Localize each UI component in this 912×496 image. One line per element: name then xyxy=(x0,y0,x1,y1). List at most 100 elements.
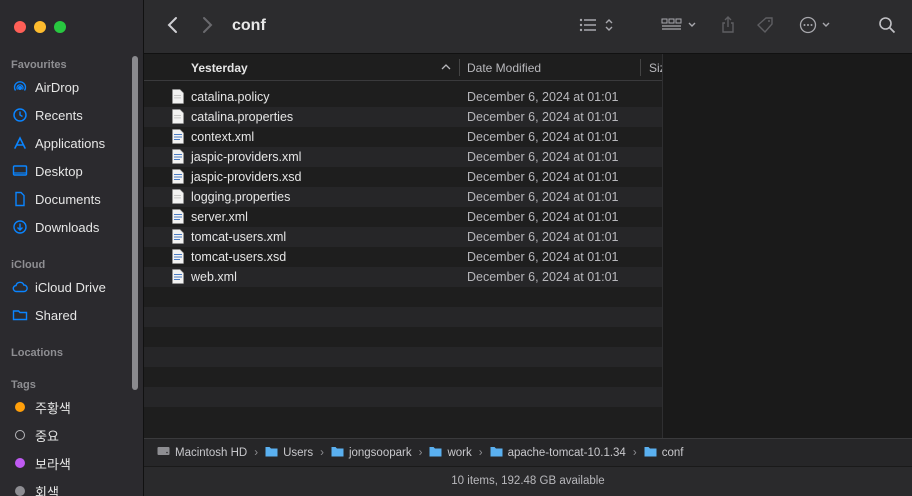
sidebar-item-label: AirDrop xyxy=(35,79,80,95)
tag-button[interactable] xyxy=(754,13,778,41)
column-divider[interactable] xyxy=(459,59,460,76)
column-name-header[interactable]: Yesterday xyxy=(191,61,248,75)
sidebar-item-downloads[interactable]: Downloads xyxy=(12,215,99,239)
path-separator-icon: › xyxy=(632,446,637,459)
file-row[interactable]: catalina.properties December 6, 2024 at 0… xyxy=(144,107,662,127)
file-row[interactable]: context.xml December 6, 2024 at 01:01 xyxy=(144,127,662,147)
path-item-conf[interactable]: conf xyxy=(644,446,683,460)
file-date: December 6, 2024 at 01:01 xyxy=(467,270,619,284)
xml-file-icon xyxy=(172,269,184,284)
path-item-home[interactable]: jongsoopark xyxy=(331,446,412,460)
sidebar-item-applications[interactable]: Applications xyxy=(12,131,105,155)
file-row[interactable]: catalina.policy December 6, 2024 at 01:01 xyxy=(144,87,662,107)
file-name: catalina.properties xyxy=(191,110,294,124)
tag-color-dot xyxy=(12,483,28,496)
text-file-icon xyxy=(172,89,184,104)
sidebar-tag-gray[interactable]: 회색 xyxy=(12,479,59,496)
empty-row xyxy=(144,407,662,426)
file-row[interactable]: web.xml December 6, 2024 at 01:01 xyxy=(144,267,662,287)
search-icon xyxy=(878,16,896,39)
file-name: jaspic-providers.xml xyxy=(191,150,302,164)
file-row[interactable]: tomcat-users.xml December 6, 2024 at 01:0… xyxy=(144,227,662,247)
empty-row xyxy=(144,307,662,327)
tag-icon xyxy=(756,16,775,39)
sidebar-item-airdrop[interactable]: AirDrop xyxy=(12,75,79,99)
file-name: web.xml xyxy=(191,270,237,284)
xml-file-icon xyxy=(172,229,184,244)
path-separator-icon: › xyxy=(478,446,483,459)
file-row[interactable]: logging.properties December 6, 2024 at 01… xyxy=(144,187,662,207)
file-date: December 6, 2024 at 01:01 xyxy=(467,230,619,244)
sidebar-item-label: 중요 xyxy=(35,428,59,444)
close-button[interactable] xyxy=(14,21,26,33)
folder-icon xyxy=(265,446,278,460)
sidebar: Favourites AirDrop Recents Applications … xyxy=(0,0,144,496)
file-list: Yesterday Date Modified Siz catalina.pol… xyxy=(144,54,662,426)
desktop-icon xyxy=(12,163,28,179)
file-date: December 6, 2024 at 01:01 xyxy=(467,110,619,124)
sidebar-tag-important[interactable]: 중요 xyxy=(12,423,59,447)
file-name: tomcat-users.xml xyxy=(191,230,287,244)
more-actions-button[interactable] xyxy=(798,13,834,41)
group-button[interactable] xyxy=(660,13,700,41)
sort-ascending-icon[interactable] xyxy=(441,61,451,75)
path-item-work[interactable]: work xyxy=(429,446,472,460)
file-date: December 6, 2024 at 01:01 xyxy=(467,210,619,224)
path-separator-icon: › xyxy=(418,446,423,459)
file-date: December 6, 2024 at 01:01 xyxy=(467,190,619,204)
path-separator-icon: › xyxy=(254,446,259,459)
sidebar-item-icloud-drive[interactable]: iCloud Drive xyxy=(12,275,106,299)
path-item-label: work xyxy=(447,446,472,459)
text-file-icon xyxy=(172,109,184,124)
locations-section-title[interactable]: Locations xyxy=(11,347,63,359)
file-row[interactable]: tomcat-users.xsd December 6, 2024 at 01:0… xyxy=(144,247,662,267)
folder-icon xyxy=(490,446,503,460)
path-bar: Macintosh HD › Users › jongsoopark › wor… xyxy=(144,438,912,466)
path-item-users[interactable]: Users xyxy=(265,446,313,460)
back-button[interactable] xyxy=(162,13,184,41)
sidebar-item-recents[interactable]: Recents xyxy=(12,103,83,127)
file-name: tomcat-users.xsd xyxy=(191,250,287,264)
empty-row xyxy=(144,287,662,307)
empty-row xyxy=(144,347,662,367)
text-file-icon xyxy=(172,189,184,204)
sidebar-item-label: 주황색 xyxy=(35,400,71,416)
toolbar: conf xyxy=(144,0,912,54)
view-options-button[interactable] xyxy=(576,13,616,41)
share-button[interactable] xyxy=(716,13,740,41)
sidebar-item-shared[interactable]: Shared xyxy=(12,303,77,327)
path-item-label: apache-tomcat-10.1.34 xyxy=(507,446,626,459)
sidebar-item-documents[interactable]: Documents xyxy=(12,187,101,211)
minimize-button[interactable] xyxy=(34,21,46,33)
tag-color-dot xyxy=(12,427,28,443)
column-size-header[interactable]: Siz xyxy=(649,61,662,75)
file-row[interactable]: jaspic-providers.xml December 6, 2024 at … xyxy=(144,147,662,167)
airdrop-icon xyxy=(12,79,28,95)
sidebar-tag-orange[interactable]: 주황색 xyxy=(12,395,71,419)
back-icon xyxy=(167,16,179,39)
sidebar-item-label: iCloud Drive xyxy=(35,279,106,295)
sidebar-item-label: Downloads xyxy=(35,219,100,235)
file-name: context.xml xyxy=(191,130,255,144)
column-date-header[interactable]: Date Modified xyxy=(467,61,541,75)
tags-section-title[interactable]: Tags xyxy=(11,379,36,391)
list-view-icon xyxy=(578,17,614,38)
window-title: conf xyxy=(232,17,266,34)
path-item-tomcat[interactable]: apache-tomcat-10.1.34 xyxy=(490,446,626,460)
folder-icon xyxy=(429,446,442,460)
sidebar-tag-purple[interactable]: 보라색 xyxy=(12,451,71,475)
path-item-label: jongsoopark xyxy=(348,446,412,459)
file-row[interactable]: server.xml December 6, 2024 at 01:01 xyxy=(144,207,662,227)
preview-pane xyxy=(662,54,912,438)
zoom-button[interactable] xyxy=(54,21,66,33)
sidebar-scrollbar[interactable] xyxy=(132,56,138,390)
file-row[interactable]: jaspic-providers.xsd December 6, 2024 at … xyxy=(144,167,662,187)
tag-color-dot xyxy=(12,455,28,471)
forward-button[interactable] xyxy=(196,13,218,41)
column-divider[interactable] xyxy=(640,59,641,76)
file-date: December 6, 2024 at 01:01 xyxy=(467,150,619,164)
search-button[interactable] xyxy=(874,13,900,41)
sidebar-item-desktop[interactable]: Desktop xyxy=(12,159,83,183)
path-item-macintosh-hd[interactable]: Macintosh HD xyxy=(157,445,247,460)
sidebar-item-label: Recents xyxy=(35,107,83,123)
